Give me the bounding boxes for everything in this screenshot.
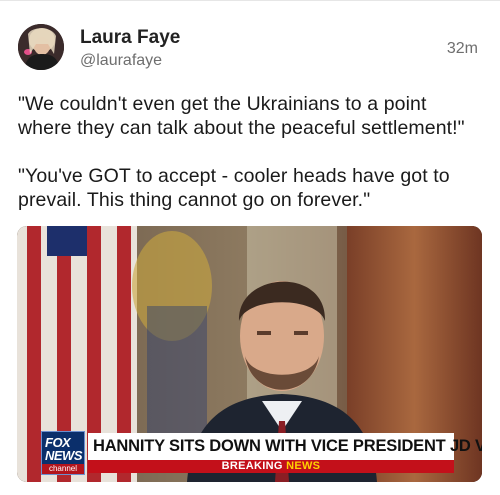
top-divider	[0, 0, 500, 1]
news-label: NEWS	[286, 460, 321, 472]
avatar-image	[18, 24, 64, 70]
breaking-news-bar: BREAKING NEWS	[88, 460, 454, 473]
post-media-video-frame[interactable]: FOX NEWS channel HANNITY SITS DOWN WITH …	[17, 226, 482, 482]
author-name[interactable]: Laura Faye	[80, 27, 180, 49]
logo-text-news: NEWS	[45, 448, 83, 463]
news-chyron: FOX NEWS channel HANNITY SITS DOWN WITH …	[41, 431, 482, 475]
logo-text-channel: channel	[42, 464, 84, 474]
post-paragraph-1: "We couldn't even get the Ukrainians to …	[18, 93, 465, 139]
author-handle[interactable]: @laurafaye	[80, 52, 162, 70]
chyron-headline: HANNITY SITS DOWN WITH VICE PRESIDENT JD…	[88, 433, 482, 460]
fox-news-logo: FOX NEWS channel	[41, 431, 85, 475]
avatar[interactable]	[18, 24, 64, 70]
breaking-label: BREAKING	[221, 460, 283, 472]
post-paragraph-2: "You've GOT to accept - cooler heads hav…	[18, 165, 450, 211]
post-timestamp[interactable]: 32m	[447, 40, 478, 58]
post-body: "We couldn't even get the Ukrainians to …	[18, 92, 480, 236]
